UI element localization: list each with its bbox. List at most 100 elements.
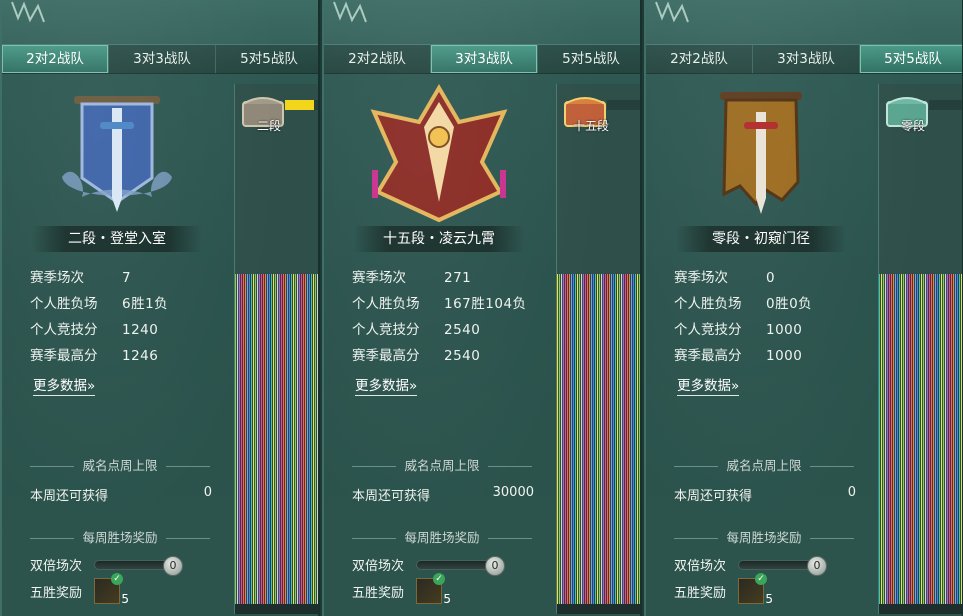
rank-stripe (629, 274, 631, 604)
rank-stripe (589, 274, 591, 604)
rank-stripe (917, 274, 919, 604)
rank-stripe (881, 274, 883, 604)
rank-stripe (287, 274, 289, 604)
rank-stripe (913, 274, 915, 604)
more-data-link[interactable]: 更多数据» (677, 374, 740, 396)
corner-ornament-icon (333, 1, 367, 23)
stat-row: 赛季最高分 1000 (674, 344, 874, 370)
rank-stripe (639, 274, 640, 604)
golden-winged-shield-emblem-icon (370, 84, 508, 223)
rank-stripe (313, 274, 315, 604)
stat-value: 0 (766, 270, 776, 286)
stat-label: 赛季场次 (352, 270, 406, 286)
rank-chest-badge: 二段 (241, 92, 285, 133)
rank-stripe (627, 274, 629, 604)
rank-progress-bar (285, 100, 318, 110)
rank-stripe (563, 274, 565, 604)
rank-stripe (915, 274, 917, 604)
corner-ornament-icon (655, 1, 689, 23)
rank-stripe (581, 274, 583, 604)
rank-stripe (899, 274, 901, 604)
rank-stripe (263, 274, 265, 604)
rank-stripe (289, 274, 291, 604)
weekly-remaining-value: 0 (847, 485, 856, 500)
weekly-remaining-row: 本周还可获得 30000 (352, 485, 534, 504)
rank-stripe (955, 274, 957, 604)
tab-2v2[interactable]: 2对2战队 (646, 45, 753, 73)
rank-stripe (303, 274, 305, 604)
tab-3v3[interactable]: 3对3战队 (753, 45, 860, 73)
tab-5v5[interactable]: 5对5战队 (216, 45, 318, 73)
tab-3v3[interactable]: 3对3战队 (109, 45, 216, 73)
weekly-reward-heading: 每周胜场奖励 (30, 530, 210, 546)
rank-title: 零段・初窥门径 (676, 226, 846, 252)
stat-label: 赛季场次 (674, 270, 728, 286)
reward-count: 5 (121, 592, 130, 606)
stat-label: 赛季最高分 (352, 348, 420, 364)
tab-5v5[interactable]: 5对5战队 (538, 45, 640, 73)
rank-stripe (259, 274, 261, 604)
rank-stripe (897, 274, 899, 604)
rank-stripe (619, 274, 621, 604)
more-data-link[interactable]: 更多数据» (355, 374, 418, 396)
team-panel-3v3: 2对2战队 3对3战队 5对5战队 十五段・凌云九霄 赛季场次 271 个人胜负场… (322, 0, 642, 616)
stat-row: 赛季场次 0 (674, 266, 874, 292)
rank-stripe (631, 274, 633, 604)
rank-side-header: 二段 (235, 84, 318, 274)
double-progress-bar: 0 (738, 555, 828, 576)
rank-stripe (633, 274, 635, 604)
stat-value: 1240 (122, 322, 159, 338)
rank-stripe (305, 274, 307, 604)
rank-stripe (641, 274, 642, 604)
stat-value: 1000 (766, 322, 803, 338)
rank-stripe (901, 274, 903, 604)
five-win-label: 五胜奖励 (674, 585, 727, 601)
weekly-cap-heading: 威名点周上限 (674, 458, 854, 474)
rank-stripe (951, 274, 953, 604)
rank-title: 十五段・凌云九霄 (354, 226, 524, 252)
double-progress-bar: 0 (94, 555, 184, 576)
rank-stripe (953, 274, 955, 604)
rank-stripe (569, 274, 571, 604)
reward-chest-icon[interactable]: ✓ 5 (416, 573, 451, 606)
rank-stripe (261, 274, 263, 604)
rank-stripe (311, 274, 313, 604)
stat-row: 赛季场次 271 (352, 266, 552, 292)
rank-stripe (597, 274, 599, 604)
stat-row: 赛季最高分 1246 (30, 344, 230, 370)
rank-progress-bar (929, 100, 962, 110)
rank-stripe (567, 274, 569, 604)
weekly-reward-heading: 每周胜场奖励 (352, 530, 532, 546)
tab-3v3[interactable]: 3对3战队 (431, 45, 538, 73)
rank-stripe (939, 274, 941, 604)
stat-value: 167胜104负 (444, 296, 527, 312)
rank-stripe (309, 274, 311, 604)
stat-value: 7 (122, 270, 132, 286)
rank-stripe (235, 274, 237, 604)
stat-row: 赛季场次 7 (30, 266, 230, 292)
rank-stripe (943, 274, 945, 604)
reward-chest-icon[interactable]: ✓ 5 (94, 573, 129, 606)
rank-stripe (579, 274, 581, 604)
rank-stripes (235, 274, 318, 604)
double-count-knob: 0 (485, 555, 506, 576)
rank-stripe (961, 274, 962, 604)
rank-stripe (245, 274, 247, 604)
stat-label: 赛季最高分 (30, 348, 98, 364)
stat-row: 个人竞技分 2540 (352, 318, 552, 344)
tab-2v2[interactable]: 2对2战队 (2, 45, 109, 73)
weekly-remaining-row: 本周还可获得 0 (30, 485, 212, 504)
side-rank-label: 二段 (256, 119, 281, 133)
reward-chest-icon[interactable]: ✓ 5 (738, 573, 773, 606)
rank-stripe (573, 274, 575, 604)
stat-value: 1246 (122, 348, 159, 364)
rank-stripe (281, 274, 283, 604)
rank-stripe (301, 274, 303, 604)
tab-5v5[interactable]: 5对5战队 (860, 45, 962, 73)
tab-2v2[interactable]: 2对2战队 (324, 45, 431, 73)
rank-progress-fill (285, 100, 314, 110)
rank-stripe (285, 274, 287, 604)
more-data-link[interactable]: 更多数据» (33, 374, 96, 396)
rank-stripe (271, 274, 273, 604)
rank-side-header: 十五段 (557, 84, 640, 274)
